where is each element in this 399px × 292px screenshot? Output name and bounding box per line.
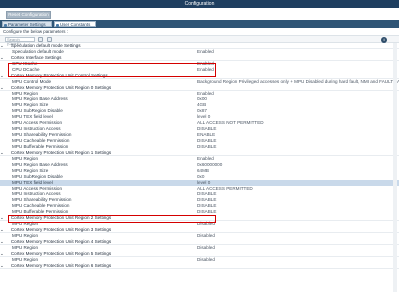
param-label: MPU SubRegion Disable xyxy=(12,108,63,114)
settings-icon xyxy=(4,23,7,27)
tab-label: Parameter Settings xyxy=(8,22,46,27)
search-input[interactable]: Search (Ctrl+F) xyxy=(5,37,35,46)
param-label: MPU Region xyxy=(12,155,39,161)
param-label: MPU Instruction Access xyxy=(12,126,61,132)
category-label: Cortex Memory Protection Unit Region 5 S… xyxy=(10,250,112,256)
category-label: Cortex Memory Protection Unit Region 3 S… xyxy=(10,227,112,233)
param-label: CPU ICache xyxy=(12,60,38,66)
category-label: Cortex Memory Protection Unit Region 2 S… xyxy=(10,215,112,221)
category-label: Cortex Memory Protection Unit Region 1 S… xyxy=(10,149,112,155)
reset-configuration-button[interactable]: Reset Configuration xyxy=(6,11,51,19)
param-label: MPU Bufferable Permission xyxy=(12,209,69,215)
param-label: MPU Region xyxy=(12,90,39,96)
param-label: MPU Control Mode xyxy=(12,78,52,84)
expand-icon[interactable] xyxy=(38,37,43,42)
search-toolbar: Search (Ctrl+F) i xyxy=(0,35,399,46)
param-label: MPU Region Base Address xyxy=(12,96,68,102)
param-label: CPU DCache xyxy=(12,66,40,72)
parameter-tree: ⌄ Speculation default mode Settings Specul… xyxy=(0,43,399,269)
param-label: MPU Cacheable Permission xyxy=(12,138,70,143)
param-label: MPU Region Base Address xyxy=(12,161,68,167)
category-label: Cortex Memory Protection Unit Control Se… xyxy=(10,72,108,78)
scrollbar[interactable] xyxy=(393,43,397,292)
category-label: Cortex Memory Protection Unit Region 6 S… xyxy=(10,262,112,268)
param-label: MPU Shareability Permission xyxy=(12,197,72,203)
tab-user-constants[interactable]: User Constants xyxy=(54,21,96,27)
param-label: MPU SubRegion Disable xyxy=(12,173,63,179)
param-label: MPU Bufferable Permission xyxy=(12,143,69,149)
tab-label: User Constants xyxy=(60,22,91,27)
param-label: MPU Access Permission xyxy=(12,185,63,191)
window-title: Configuration xyxy=(0,0,399,8)
param-label: MPU Region xyxy=(12,256,39,262)
param-label: MPU TEX field level xyxy=(12,179,53,185)
category-label: Speculation default mode Settings xyxy=(10,43,81,48)
param-label: MPU Instruction Access xyxy=(12,191,61,197)
category-label: Cortex Interface Settings xyxy=(10,54,62,60)
collapse-icon[interactable] xyxy=(47,37,52,42)
param-label: MPU Cacheable Permission xyxy=(12,203,70,209)
param-label: MPU Region xyxy=(12,221,39,227)
param-label: MPU Region xyxy=(12,233,39,238)
tab-parameter-settings[interactable]: Parameter Settings xyxy=(2,21,52,27)
constants-icon xyxy=(56,23,59,27)
param-label: MPU TEX field level xyxy=(12,114,53,120)
param-label: MPU Region xyxy=(12,244,39,250)
param-label: MPU Region Size xyxy=(12,102,49,108)
param-label: Speculation default mode xyxy=(12,48,64,54)
category-label: Cortex Memory Protection Unit Region 0 S… xyxy=(10,84,112,90)
tree-category[interactable]: ⌄ Cortex Memory Protection Unit Region 6 … xyxy=(0,263,399,269)
tab-bar: Parameter Settings User Constants xyxy=(0,20,399,28)
param-label: MPU Shareability Permission xyxy=(12,132,72,138)
configure-label: Configure the below parameters : xyxy=(3,29,68,34)
param-label: MPU Region Size xyxy=(12,167,49,173)
param-label: MPU Access Permission xyxy=(12,120,63,126)
category-label: Cortex Memory Protection Unit Region 4 S… xyxy=(10,238,112,244)
